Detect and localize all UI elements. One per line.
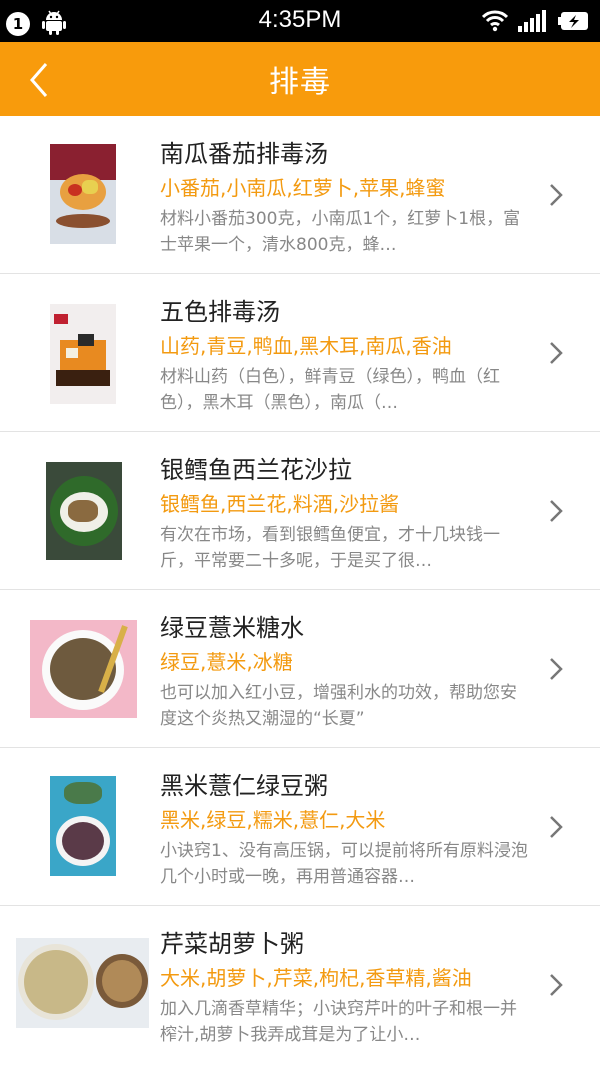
recipe-thumbnail xyxy=(30,620,137,718)
list-item[interactable]: 银鳕鱼西兰花沙拉 银鳕鱼,西兰花,料酒,沙拉酱 有次在市场，看到银鳕鱼便宜，才十… xyxy=(0,432,600,590)
recipe-thumbnail xyxy=(16,938,149,1028)
chevron-right-icon xyxy=(550,342,563,364)
recipe-name: 黑米薏仁绿豆粥 xyxy=(160,772,328,800)
recipe-name: 绿豆薏米糖水 xyxy=(160,614,304,642)
recipe-ingredients: 大米,胡萝卜,芹菜,枸杞,香草精,酱油 xyxy=(160,966,472,990)
recipe-ingredients: 黑米,绿豆,糯米,薏仁,大米 xyxy=(160,808,386,832)
chevron-right-icon xyxy=(550,816,563,838)
chevron-right-icon xyxy=(550,184,563,206)
recipe-thumbnail xyxy=(50,776,116,876)
recipe-thumbnail xyxy=(50,304,116,404)
signal-icon xyxy=(518,10,548,36)
recipe-description: 材料山药（白色），鲜青豆（绿色），鸭血（红色），黑木耳（黑色），南瓜（… xyxy=(160,367,500,413)
list-item[interactable]: 芹菜胡萝卜粥 大米,胡萝卜,芹菜,枸杞,香草精,酱油 加入几滴香草精华；小诀窍芹… xyxy=(0,906,600,1064)
recipe-thumbnail xyxy=(46,462,122,560)
recipe-ingredients: 小番茄,小南瓜,红萝卜,苹果,蜂蜜 xyxy=(160,176,446,200)
recipe-name: 五色排毒汤 xyxy=(160,298,280,326)
recipe-name: 芹菜胡萝卜粥 xyxy=(160,930,304,958)
list-item[interactable]: 五色排毒汤 山药,青豆,鸭血,黑木耳,南瓜,香油 材料山药（白色），鲜青豆（绿色… xyxy=(0,274,600,432)
recipe-ingredients: 山药,青豆,鸭血,黑木耳,南瓜,香油 xyxy=(160,334,452,358)
recipe-name: 银鳕鱼西兰花沙拉 xyxy=(160,456,352,484)
back-arrow-icon xyxy=(30,63,48,97)
recipe-list: 南瓜番茄排毒汤 小番茄,小南瓜,红萝卜,苹果,蜂蜜 材料小番茄300克，小南瓜1… xyxy=(0,116,600,1064)
chevron-right-icon xyxy=(550,974,563,996)
chevron-right-icon xyxy=(550,500,563,522)
chevron-right-icon xyxy=(550,658,563,680)
recipe-description: 小诀窍1、没有高压锅，可以提前将所有原料浸泡几个小时或一晚，再用普通容器… xyxy=(160,841,528,887)
recipe-description: 加入几滴香草精华；小诀窍芹叶的叶子和根一并榨汁,胡萝卜我弄成茸是为了让小… xyxy=(160,999,517,1045)
recipe-ingredients: 绿豆,薏米,冰糖 xyxy=(160,650,293,674)
recipe-description: 有次在市场，看到银鳕鱼便宜，才十几块钱一斤，平常要二十多呢，于是买了很… xyxy=(160,525,500,571)
back-button[interactable] xyxy=(22,60,62,100)
recipe-description: 材料小番茄300克，小南瓜1个，红萝卜1根，富士苹果一个，清水800克，蜂… xyxy=(160,209,521,255)
recipe-thumbnail xyxy=(50,144,116,244)
status-bar: 1 4:35PM xyxy=(0,0,600,42)
list-item[interactable]: 黑米薏仁绿豆粥 黑米,绿豆,糯米,薏仁,大米 小诀窍1、没有高压锅，可以提前将所… xyxy=(0,748,600,906)
recipe-description: 也可以加入红小豆，增强利水的功效，帮助您安度这个炎热又潮湿的“长夏” xyxy=(160,683,517,729)
status-right xyxy=(481,10,590,36)
wifi-icon xyxy=(481,10,509,36)
list-item[interactable]: 南瓜番茄排毒汤 小番茄,小南瓜,红萝卜,苹果,蜂蜜 材料小番茄300克，小南瓜1… xyxy=(0,116,600,274)
recipe-ingredients: 银鳕鱼,西兰花,料酒,沙拉酱 xyxy=(160,492,400,516)
nav-bar: 排毒 xyxy=(0,42,600,116)
list-item[interactable]: 绿豆薏米糖水 绿豆,薏米,冰糖 也可以加入红小豆，增强利水的功效，帮助您安度这个… xyxy=(0,590,600,748)
recipe-name: 南瓜番茄排毒汤 xyxy=(160,140,328,168)
page-title: 排毒 xyxy=(269,65,331,100)
battery-icon xyxy=(558,11,590,35)
